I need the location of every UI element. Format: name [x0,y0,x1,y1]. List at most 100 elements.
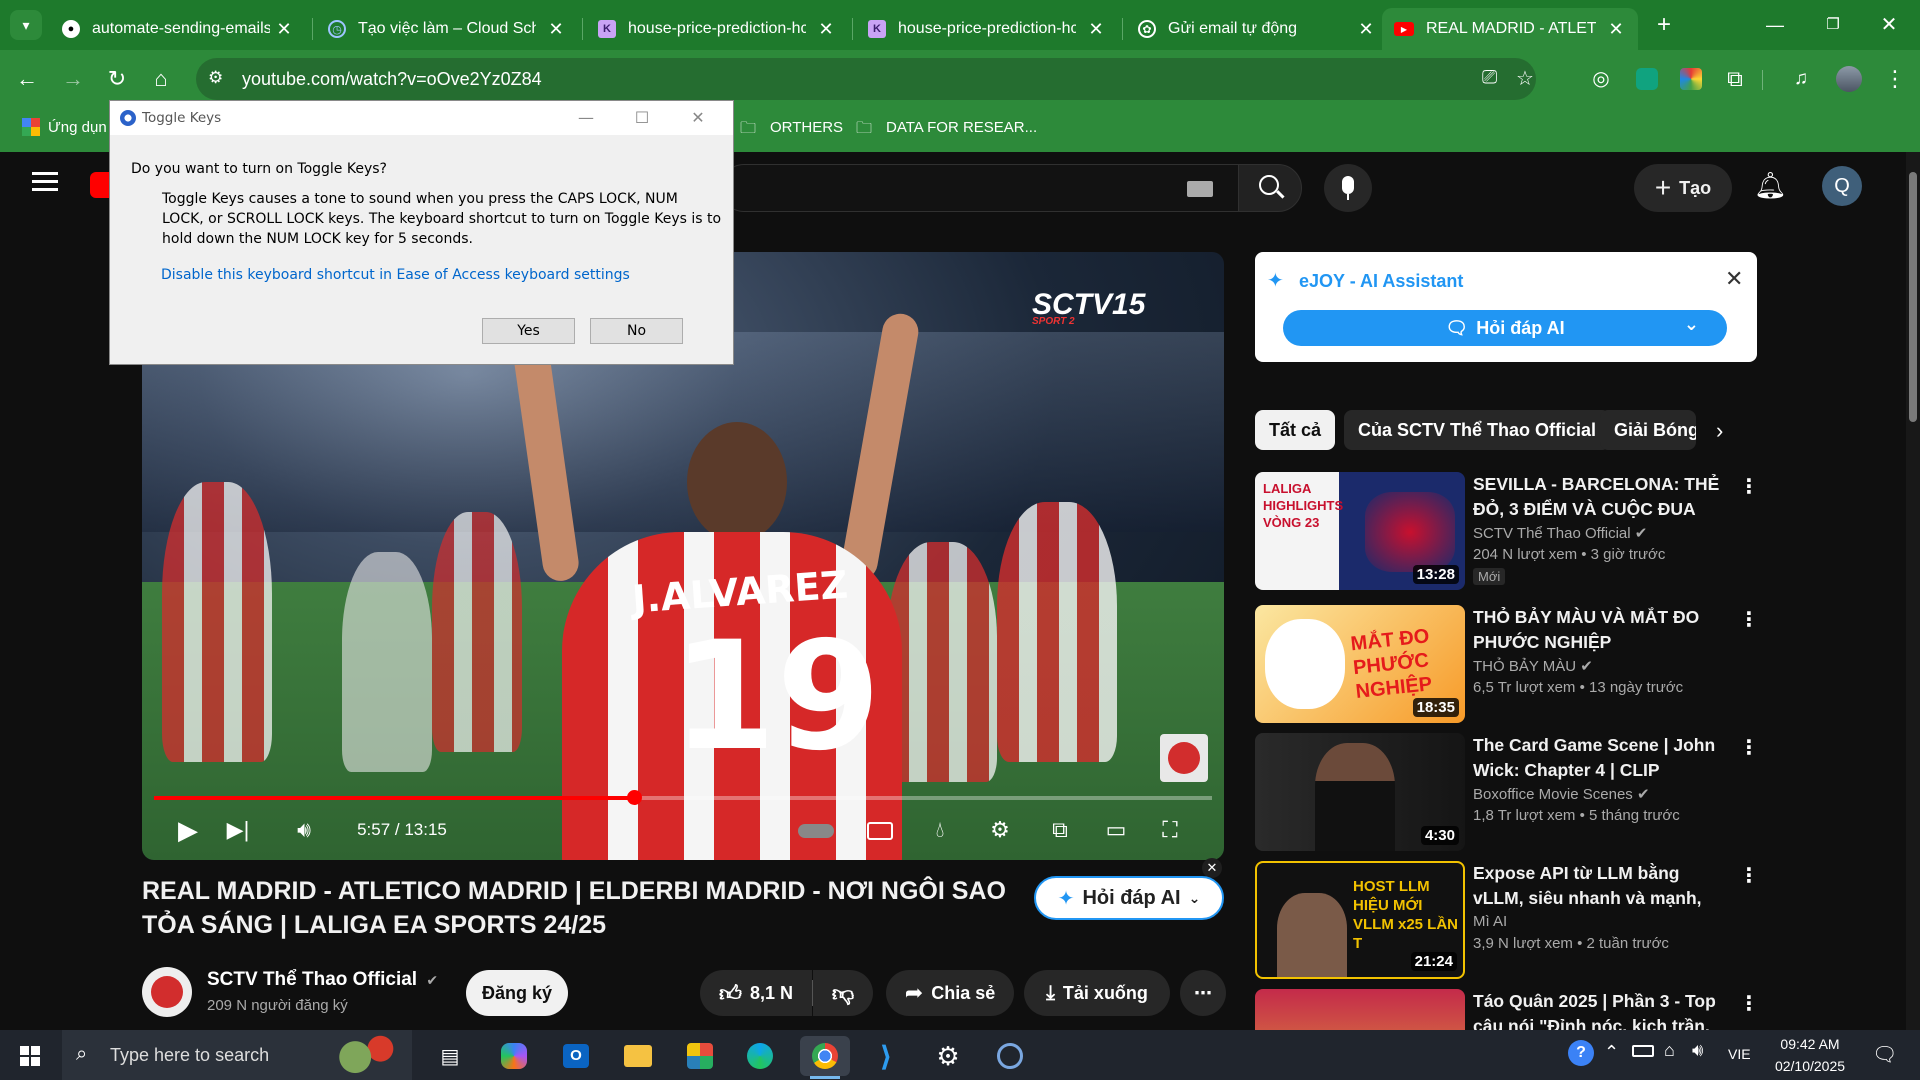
ask-ai-close-icon[interactable]: ✕ [1202,858,1222,878]
taskbar-search-box[interactable]: ⌕ Type here to search [62,1030,412,1080]
battery-icon[interactable] [1632,1045,1654,1057]
close-icon[interactable]: ✕ [546,19,566,40]
tab-cloud-scheduler[interactable]: ◷ Tạo việc làm – Cloud Scheduler ✕ [316,8,578,50]
close-icon[interactable]: ✕ [1356,19,1376,40]
volume-icon[interactable]: 🔊︎ [1692,1040,1703,1061]
close-icon[interactable]: ✕ [1606,19,1626,40]
video-thumbnail[interactable]: HOST LLM HIỆU MỚI VLLM x25 LẦN T 21:24 [1255,861,1465,979]
network-icon[interactable]: ⌂ [1664,1040,1675,1061]
extensions-puzzle-icon[interactable]: ⧉ [1720,64,1750,94]
outlook-icon[interactable]: O [556,1036,596,1076]
window-close-button[interactable]: ✕ [1866,8,1912,42]
autoplay-toggle[interactable] [796,812,836,848]
video-thumbnail[interactable] [1255,989,1465,1030]
extension-compass-icon[interactable]: ◎ [1586,64,1616,94]
video-thumbnail[interactable]: LALIGA HIGHLIGHTS VÒNG 23 13:28 [1255,472,1465,590]
chrome-icon-active[interactable] [800,1036,850,1076]
download-button[interactable]: ⤓ Tải xuống [1024,970,1170,1016]
chevron-right-icon[interactable]: › [1716,418,1723,444]
ease-of-access-link[interactable]: Disable this keyboard shortcut in Ease o… [161,267,630,283]
windows-start-icon[interactable] [10,1036,50,1076]
subscribe-button[interactable]: Đăng ký [466,970,568,1016]
back-arrow-icon[interactable]: ← [12,64,42,94]
yes-button[interactable]: Yes [482,318,575,344]
new-tab-button[interactable]: + [1650,12,1678,40]
install-app-icon[interactable]: ⎚ [1482,67,1497,89]
forward-arrow-icon[interactable]: → [58,64,88,94]
close-icon[interactable]: ✕ [816,19,836,40]
tab-email[interactable]: ✿ Gửi email tự động ✕ [1126,8,1388,50]
clock-time[interactable]: 09:42 AM [1770,1036,1850,1052]
close-icon[interactable]: ✕ [274,19,294,40]
window-restore-button[interactable]: ❐ [1810,8,1856,42]
notifications-bell-icon[interactable]: 🔔︎ [1754,170,1787,201]
miniplayer-icon[interactable]: ⧉ [1042,812,1078,848]
like-button[interactable]: 👍︎ 8,1 N [700,970,812,1016]
video-thumbnail[interactable]: 4:30 [1255,733,1465,851]
tab-youtube-active[interactable]: ▶ REAL MADRID - ATLETICO ✕ [1382,8,1638,50]
tab-kaggle-2[interactable]: K house-price-prediction-hc ✕ [856,8,1118,50]
extension-chatgpt-icon[interactable] [1632,64,1662,94]
microsoft-365-icon[interactable] [680,1036,720,1076]
vscode-icon[interactable]: ⟩ [866,1036,906,1076]
recommended-video[interactable]: Táo Quân 2025 | Phần 3 - Top câu nói "Đỉ… [1255,989,1755,1030]
theater-mode-icon[interactable]: ▭ [1098,812,1134,848]
fullscreen-icon[interactable]: ⛶ [1152,812,1188,848]
keyboard-icon[interactable] [1187,181,1213,197]
site-info-icon[interactable]: ⚙ [208,68,223,88]
bookmark-folder-orthers[interactable]: ORTHERS [770,119,843,136]
more-vertical-icon[interactable]: ⋮ [1739,991,1755,1016]
hamburger-menu-icon[interactable] [32,172,58,192]
account-avatar[interactable]: Q [1822,166,1862,206]
chip-league[interactable]: Giải Bóng [1600,410,1696,450]
recommended-video[interactable]: LALIGA HIGHLIGHTS VÒNG 23 13:28 SEVILLA … [1255,472,1759,590]
channel-logo-overlay[interactable] [1160,734,1208,782]
more-actions-button[interactable]: ⋯ [1180,970,1226,1016]
search-input[interactable] [720,164,1238,212]
remote-desktop-icon[interactable] [990,1036,1030,1076]
dialog-close-button[interactable]: ✕ [675,101,721,135]
page-scrollbar[interactable] [1906,152,1920,1030]
next-video-icon[interactable]: ▶| [220,812,256,848]
bookmark-folder-data[interactable]: DATA FOR RESEAR... [886,119,1037,136]
more-vertical-icon[interactable]: ⋮ [1739,735,1759,760]
recommended-video[interactable]: MẮT ĐO PHƯỚC NGHIỆP 18:35 THỎ BẢY MÀU VÀ… [1255,605,1759,723]
file-explorer-icon[interactable] [618,1036,658,1076]
create-button[interactable]: + Tạo [1634,164,1732,212]
dislike-button[interactable]: 👎︎ [813,970,873,1016]
star-bookmark-icon[interactable]: ☆ [1516,66,1534,91]
subtitles-icon[interactable] [862,812,898,848]
address-bar[interactable]: ⚙ youtube.com/watch?v=oOve2Yz0Z84 ⎚ ☆ [196,58,1536,100]
chip-all[interactable]: Tất cả [1255,410,1336,450]
clock-date[interactable]: 02/10/2025 [1766,1058,1854,1074]
settings-gear-icon[interactable]: ⚙ [982,812,1018,848]
volume-icon[interactable]: 🔊︎ [286,812,322,848]
menu-kebab-icon[interactable]: ⋮ [1880,64,1910,94]
search-button[interactable] [1238,164,1302,212]
chip-from-channel[interactable]: Của SCTV Thể Thao Official [1344,410,1611,450]
task-view-icon[interactable]: ▤ [430,1036,470,1076]
edge-icon[interactable] [740,1036,780,1076]
play-icon[interactable]: ▶ [170,812,206,848]
channel-name[interactable]: SCTV Thể Thao Official ✔ [207,969,438,991]
more-vertical-icon[interactable]: ⋮ [1739,863,1759,888]
tab-github[interactable]: ● automate-sending-emails- ✕ [50,8,306,50]
ejoy-close-icon[interactable]: ✕ [1725,266,1743,292]
ask-ai-button[interactable]: ✦ Hỏi đáp AI ⌄ [1034,876,1224,920]
input-language[interactable]: VIE [1728,1046,1751,1062]
window-minimize-button[interactable]: — [1752,8,1798,42]
notification-center-icon[interactable]: 🗨︎ [1872,1042,1897,1067]
scrollbar-thumb[interactable] [1909,172,1917,422]
settings-gear-icon[interactable]: ⚙ [928,1036,968,1076]
progress-scrubber[interactable] [626,790,642,805]
no-button[interactable]: No [590,318,683,344]
copilot-icon[interactable] [494,1036,534,1076]
help-icon[interactable]: ? [1568,1040,1594,1066]
more-vertical-icon[interactable]: ⋮ [1739,607,1759,632]
tab-search-button[interactable]: ▾ [10,10,42,40]
extension-colorful-icon[interactable] [1676,64,1706,94]
recommended-video[interactable]: 4:30 The Card Game Scene | John Wick: Ch… [1255,733,1759,851]
more-vertical-icon[interactable]: ⋮ [1739,474,1759,499]
media-controls-icon[interactable]: ♫ [1786,64,1816,94]
profile-avatar[interactable] [1836,66,1862,92]
